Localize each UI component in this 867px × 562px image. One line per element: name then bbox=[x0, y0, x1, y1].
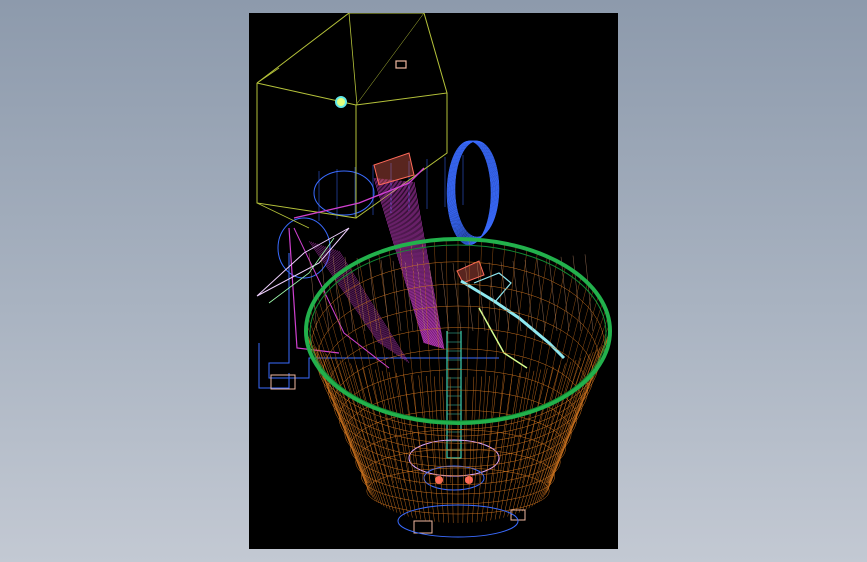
hopper-edge bbox=[348, 13, 358, 106]
hopper-edge bbox=[256, 67, 280, 84]
bowl-fold-line bbox=[500, 261, 510, 332]
cad-viewport[interactable] bbox=[249, 13, 618, 549]
bowl-back-rib bbox=[306, 323, 368, 484]
hopper-top-face bbox=[256, 13, 448, 106]
frame-web-line bbox=[379, 178, 427, 344]
hub-bolt bbox=[465, 476, 473, 484]
frame-left-leg bbox=[288, 227, 340, 354]
arm-pulley-block bbox=[456, 260, 485, 284]
pulley-block bbox=[373, 152, 415, 186]
bowl-front-rib bbox=[503, 370, 535, 518]
hopper-edge bbox=[355, 13, 425, 106]
hub-bolt bbox=[435, 476, 443, 484]
frame-web-line bbox=[326, 246, 398, 356]
frame-web-line bbox=[318, 244, 390, 350]
foot-block bbox=[413, 520, 433, 534]
frame-web-line bbox=[328, 247, 400, 357]
frame-web-line bbox=[330, 248, 402, 358]
bowl-back-rib bbox=[310, 309, 370, 484]
bowl-fold-line bbox=[392, 260, 402, 332]
bowl-back-rib bbox=[546, 309, 606, 484]
bowl-fold-line bbox=[440, 262, 450, 332]
bowl-fold-line bbox=[572, 255, 582, 332]
bowl-fold-line bbox=[512, 260, 522, 332]
bowl-front-rib bbox=[462, 376, 467, 523]
bowl-fold-line bbox=[356, 257, 366, 332]
scraper-arm bbox=[460, 272, 566, 369]
frame-web-line bbox=[332, 248, 404, 360]
bowl-back-rib bbox=[422, 241, 437, 484]
bowl-front-rib bbox=[305, 330, 368, 484]
scraper-arm-blade bbox=[460, 279, 566, 360]
base-rail-left bbox=[258, 343, 290, 389]
wireframe-drawing bbox=[256, 13, 612, 538]
foot-block bbox=[270, 374, 296, 390]
bowl-front-rib bbox=[330, 355, 382, 505]
bowl-front-rib bbox=[381, 370, 413, 518]
bowl-front-rib bbox=[467, 376, 475, 523]
bowl-front-rib bbox=[534, 355, 586, 505]
bowl-back-rib bbox=[548, 323, 610, 484]
frame-web-line bbox=[390, 179, 433, 346]
motor-end-cap bbox=[313, 170, 375, 216]
hopper-box bbox=[256, 13, 448, 229]
bowl-fold-line bbox=[548, 257, 558, 332]
hopper-mark-icon bbox=[335, 96, 347, 108]
frame-web-line bbox=[384, 179, 430, 345]
hopper-label-icon bbox=[395, 60, 407, 69]
frame-web-line bbox=[408, 181, 442, 349]
